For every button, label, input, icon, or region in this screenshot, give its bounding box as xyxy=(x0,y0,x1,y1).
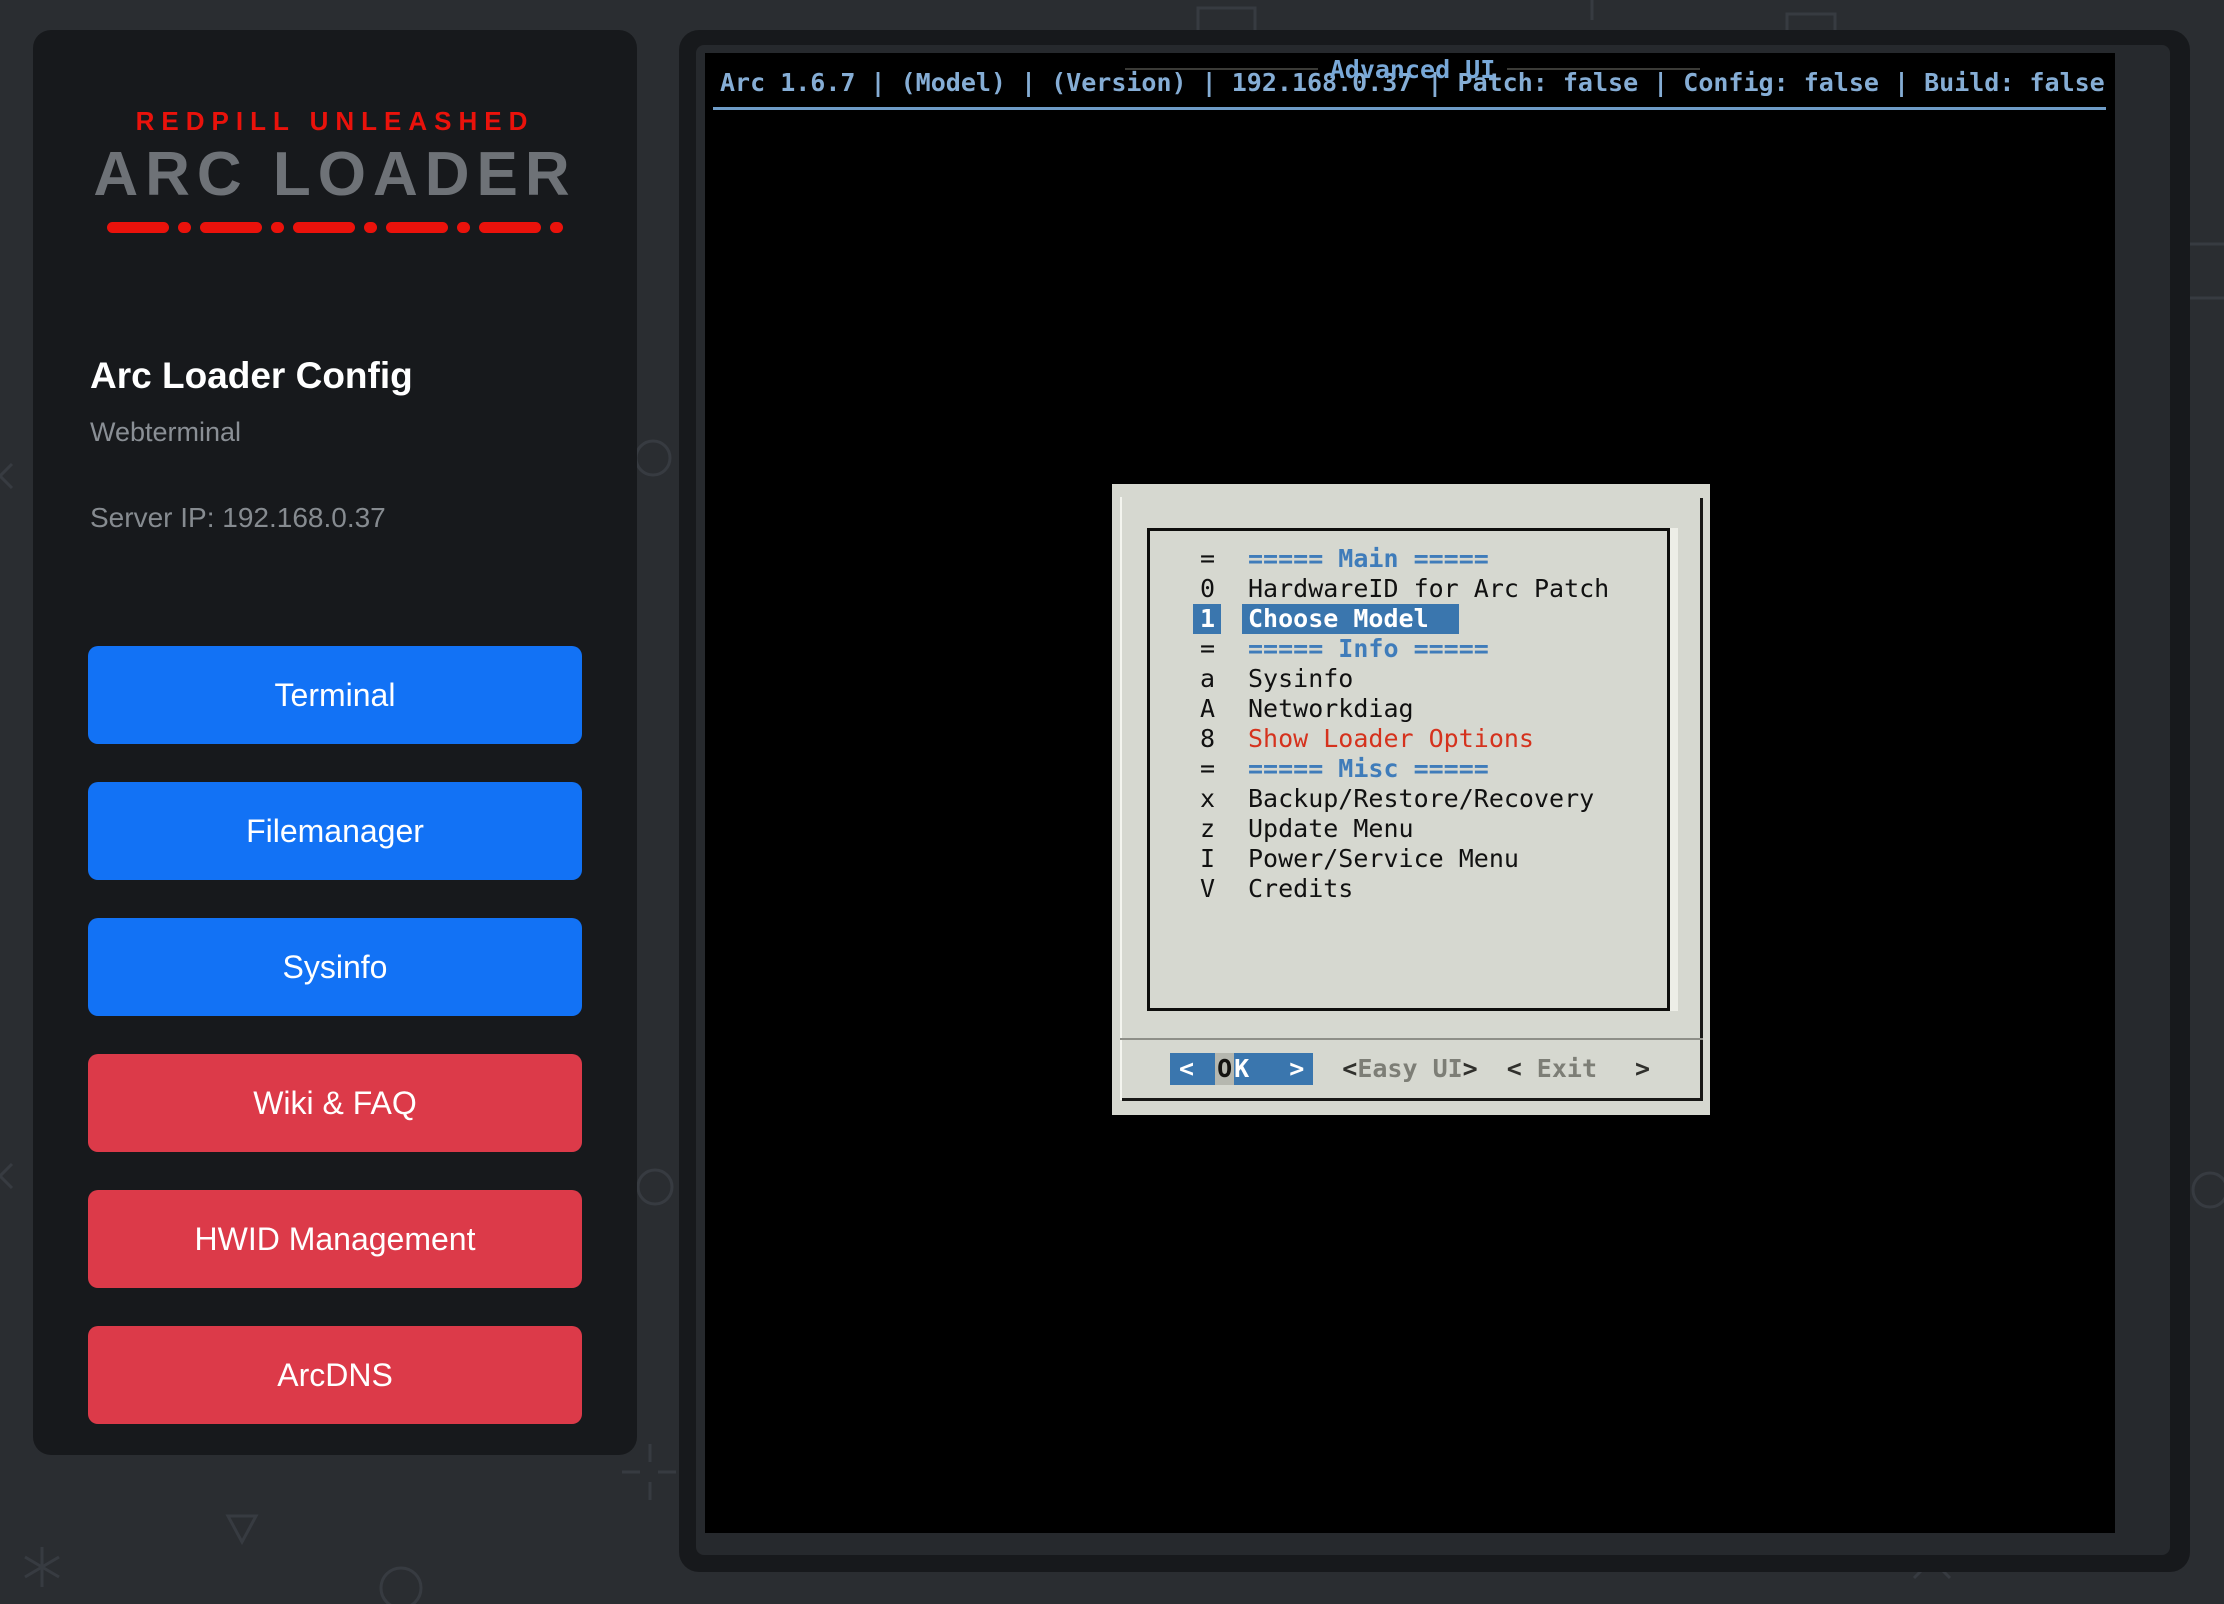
decor-circle-icon xyxy=(636,441,670,475)
decor-x-icon xyxy=(0,1164,12,1188)
sidebar: REDPILL UNLEASHED ARC LOADER Arc Loader … xyxy=(33,30,637,1455)
dialog-menu: ====== Main ===== 0HardwareID for Arc Pa… xyxy=(1147,528,1670,1011)
menu-item-main-header[interactable]: ====== Main ===== xyxy=(1150,544,1667,574)
exit-button[interactable]: <Exit> xyxy=(1507,1053,1650,1085)
sysinfo-button[interactable]: Sysinfo xyxy=(88,918,582,1016)
terminal-card: Arc 1.6.7 | (Model) | (Version) | 192.16… xyxy=(696,45,2170,1555)
sidebar-nav: Terminal Filemanager Sysinfo Wiki & FAQ … xyxy=(33,646,637,1424)
brand-dashed-divider xyxy=(62,222,608,233)
decor-square-icon xyxy=(2188,244,2224,298)
dialog-title: Advanced UI xyxy=(1318,55,1508,84)
menu-item-misc-header[interactable]: ====== Misc ===== xyxy=(1150,754,1667,784)
decor-x-icon xyxy=(0,464,12,488)
dialog-button-separator xyxy=(1120,1038,1703,1040)
menu-item-credits[interactable]: VCredits xyxy=(1150,874,1667,904)
page: REDPILL UNLEASHED ARC LOADER Arc Loader … xyxy=(0,0,2224,1604)
menu-item-backup-restore[interactable]: xBackup/Restore/Recovery xyxy=(1150,784,1667,814)
cursor: O xyxy=(1215,1053,1234,1085)
page-subtitle: Webterminal xyxy=(90,417,637,448)
arcdns-button[interactable]: ArcDNS xyxy=(88,1326,582,1424)
menu-item-show-loader-options[interactable]: 8Show Loader Options xyxy=(1150,724,1667,754)
dialog-buttons: <OK> <Easy UI> <Exit> xyxy=(1170,1053,1650,1085)
easy-ui-button[interactable]: <Easy UI> xyxy=(1342,1053,1477,1085)
terminal-screen[interactable]: Arc 1.6.7 | (Model) | (Version) | 192.16… xyxy=(705,53,2115,1533)
menu-item-update-menu[interactable]: zUpdate Menu xyxy=(1150,814,1667,844)
menu-item-info-header[interactable]: ====== Info ===== xyxy=(1150,634,1667,664)
brand-tagline: REDPILL UNLEASHED xyxy=(33,108,637,134)
terminal-window: Arc 1.6.7 | (Model) | (Version) | 192.16… xyxy=(679,30,2190,1572)
advanced-ui-dialog: Advanced UI ====== Main ===== 0HardwareI… xyxy=(1112,484,1710,1115)
hwid-management-button[interactable]: HWID Management xyxy=(88,1190,582,1288)
page-title: Arc Loader Config xyxy=(90,355,637,397)
decor-triangle-icon xyxy=(228,1516,256,1542)
ok-button[interactable]: <OK> xyxy=(1170,1053,1313,1085)
menu-item-choose-model[interactable]: 1Choose Model xyxy=(1150,604,1667,634)
server-ip-label: Server IP: 192.168.0.37 xyxy=(90,502,637,534)
menu-item-power-service[interactable]: IPower/Service Menu xyxy=(1150,844,1667,874)
menu-item-networkdiag[interactable]: ANetworkdiag xyxy=(1150,694,1667,724)
terminal-backtitle-rule xyxy=(713,107,2106,110)
terminal-button[interactable]: Terminal xyxy=(88,646,582,744)
wiki-faq-button[interactable]: Wiki & FAQ xyxy=(88,1054,582,1152)
brand-logo: ARC LOADER xyxy=(33,144,637,206)
menu-item-hardwareid[interactable]: 0HardwareID for Arc Patch xyxy=(1150,574,1667,604)
decor-circle-icon xyxy=(638,1170,672,1204)
filemanager-button[interactable]: Filemanager xyxy=(88,782,582,880)
menu-item-sysinfo[interactable]: aSysinfo xyxy=(1150,664,1667,694)
decor-circle-icon xyxy=(2193,1173,2224,1207)
dialog-title-row: Advanced UI xyxy=(1125,55,1700,83)
decor-star-icon xyxy=(25,1547,59,1587)
decor-circle-icon xyxy=(381,1568,421,1604)
decor-plus-icon xyxy=(622,1444,676,1500)
